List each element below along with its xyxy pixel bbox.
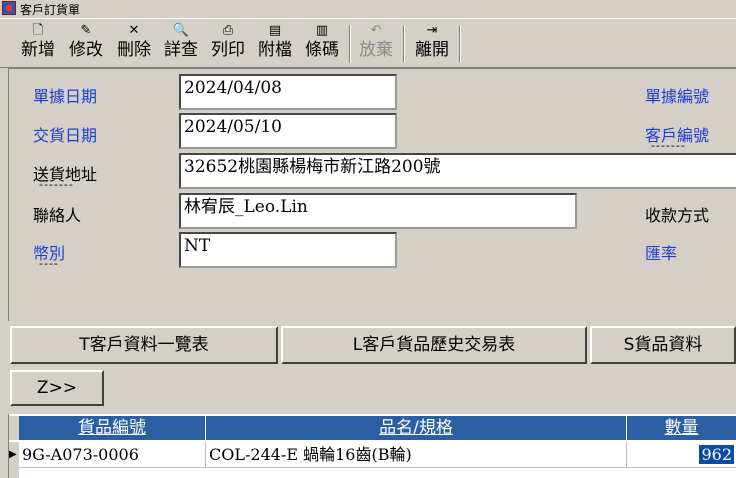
quantity-selected-text: 962	[699, 445, 734, 464]
exit-icon: ⇥	[426, 23, 438, 38]
currency-field[interactable]: NT	[179, 232, 397, 268]
customer-no-underline: -------	[651, 139, 686, 152]
toolbar-separator	[403, 25, 405, 63]
delete-button[interactable]: ✕ 刪除	[112, 23, 156, 65]
table-cell-name-spec[interactable]: COL-244-E 蝸輪16齒(B輪)	[206, 442, 627, 468]
row-indicator-arrow-icon: ▶	[9, 442, 19, 478]
app-icon	[2, 1, 16, 15]
column-header-quantity[interactable]: 數量	[627, 416, 736, 440]
print-button[interactable]: ⎙ 列印	[207, 23, 249, 65]
delete-icon: ✕	[128, 23, 140, 38]
printer-icon: ⎙	[222, 23, 234, 38]
detail-search-button[interactable]: 🔍 詳查	[160, 23, 202, 65]
order-date-label[interactable]: 單據日期	[33, 83, 97, 107]
toolbar-separator	[349, 25, 351, 63]
title-bar: 客戶訂貨單	[0, 0, 736, 18]
payment-label: 收款方式	[645, 206, 710, 225]
new-document-icon: 🗋	[32, 23, 44, 38]
column-header-item-no[interactable]: 貨品編號	[19, 416, 206, 440]
table-cell-item-no[interactable]: 9G-A073-0006	[19, 442, 206, 468]
undo-icon: ↶	[370, 23, 382, 38]
barcode-icon: ▥	[315, 23, 329, 38]
attachment-icon: ▤	[268, 23, 282, 38]
edit-icon: ✎	[80, 23, 92, 38]
delivery-date-field[interactable]: 2024/05/10	[179, 113, 397, 149]
new-button[interactable]: 🗋 新增	[18, 23, 58, 65]
toolbar-separator	[459, 25, 461, 63]
address-field[interactable]: 32652桃園縣楊梅市新江路200號	[179, 153, 736, 189]
barcode-button[interactable]: ▥ 條碼	[301, 23, 343, 65]
column-header-name-spec[interactable]: 品名/規格	[206, 416, 627, 440]
order-no-label[interactable]: 單據編號	[645, 83, 709, 107]
customer-list-button[interactable]: T客戶資料一覽表	[10, 326, 278, 364]
currency-underline: ----	[39, 257, 59, 270]
order-header-form: 單據日期 2024/04/08 單據編號 交貨日期 2024/05/10 客戶編…	[8, 68, 736, 321]
order-date-field[interactable]: 2024/04/08	[179, 74, 397, 110]
delivery-date-label[interactable]: 交貨日期	[33, 122, 97, 146]
attachment-button[interactable]: ▤ 附檔	[254, 23, 296, 65]
goods-data-button[interactable]: S貨品資料	[590, 326, 736, 364]
order-items-grid: 貨品編號 品名/規格 數量 ▶ 9G-A073-0006 COL-244-E 蝸…	[8, 414, 736, 478]
exit-button[interactable]: ⇥ 離開	[410, 23, 454, 65]
grid-corner	[9, 416, 19, 440]
table-cell-quantity[interactable]: 962	[627, 442, 736, 468]
contact-field[interactable]: 林宥辰_Leo.Lin	[179, 193, 577, 229]
report-button-row: T客戶資料一覽表 L客戶貨品歷史交易表 S貨品資料	[0, 322, 736, 366]
window-title: 客戶訂貨單	[20, 3, 81, 17]
discard-button[interactable]: ↶ 放棄	[355, 23, 397, 65]
exchange-rate-label[interactable]: 匯率	[645, 240, 677, 264]
edit-button[interactable]: ✎ 修改	[65, 23, 107, 65]
contact-label: 聯絡人	[33, 206, 82, 225]
customer-history-button[interactable]: L客戶貨品歷史交易表	[281, 326, 587, 364]
z-more-button[interactable]: Z>>	[10, 370, 104, 406]
address-underline: -------	[39, 178, 74, 191]
toolbar: 🗋 新增 ✎ 修改 ✕ 刪除 🔍 詳查 ⎙ 列印 ▤ 附檔 ▥ 條碼 ↶ 放棄 …	[0, 18, 736, 68]
search-icon: 🔍	[172, 23, 190, 38]
